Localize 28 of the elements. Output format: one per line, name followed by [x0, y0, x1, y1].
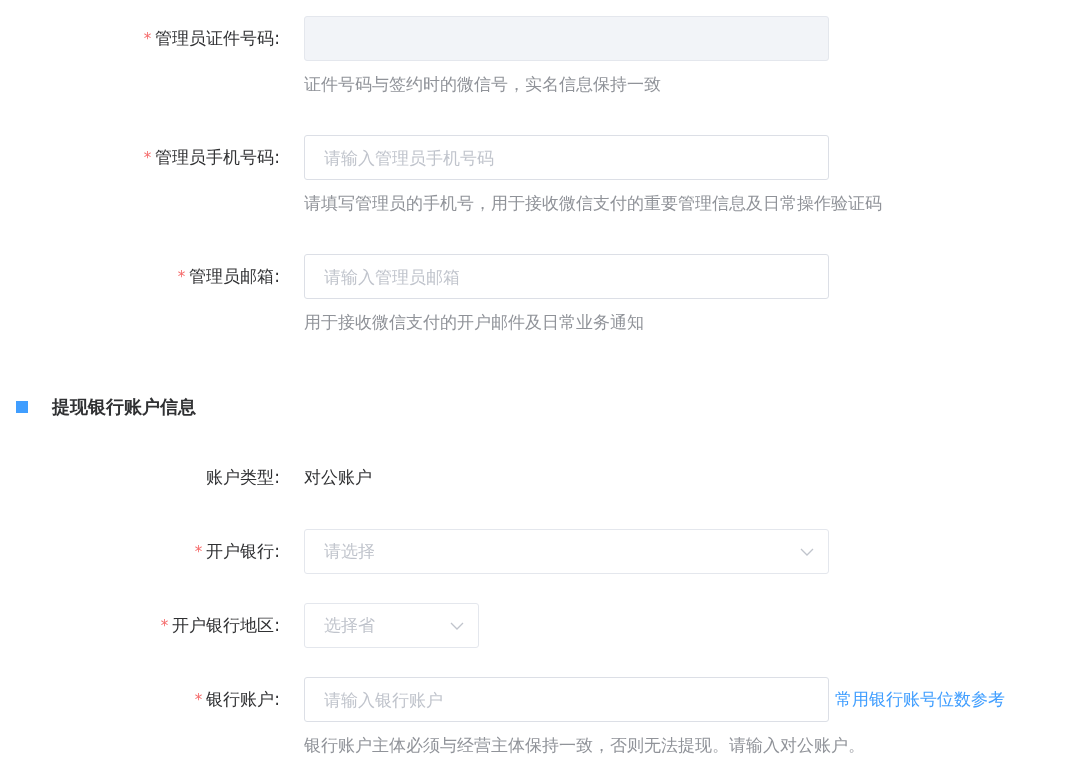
select-field[interactable]: 选择省: [304, 603, 479, 648]
field-label: 管理员证件号码:: [155, 27, 280, 50]
field-label: 管理员邮箱:: [189, 265, 280, 288]
field-hint: 用于接收微信支付的开户邮件及日常业务通知: [304, 311, 645, 334]
field-label: 账户类型:: [206, 466, 280, 489]
required-mark: *: [194, 542, 203, 561]
required-mark: *: [177, 267, 186, 286]
field-hint: 请填写管理员的手机号，用于接收微信支付的重要管理信息及日常操作验证码: [304, 192, 882, 215]
section-title: 提现银行账户信息: [52, 395, 196, 419]
chevron-down-icon: [450, 621, 464, 630]
select-field[interactable]: 请选择: [304, 529, 829, 574]
required-mark: *: [143, 148, 152, 167]
field-value: 对公账户: [304, 466, 372, 489]
input-field[interactable]: 请输入管理员手机号码: [304, 135, 829, 180]
required-mark: *: [143, 29, 152, 48]
input-field[interactable]: 请输入管理员邮箱: [304, 254, 829, 299]
field-label: 开户银行:: [206, 540, 280, 563]
section-marker-icon: [16, 401, 28, 413]
field-hint: 银行账户主体必须与经营主体保持一致，否则无法提现。请输入对公账户。: [304, 734, 866, 757]
field-hint: 证件号码与签约时的微信号，实名信息保持一致: [304, 73, 662, 96]
field-label: 开户银行地区:: [172, 614, 280, 637]
input-field[interactable]: 请输入银行账户: [304, 677, 829, 722]
field-label: 银行账户:: [206, 688, 280, 711]
field-label: 管理员手机号码:: [155, 146, 280, 169]
chevron-down-icon: [800, 547, 814, 556]
required-mark: *: [194, 690, 203, 709]
required-mark: *: [160, 616, 169, 635]
reference-link[interactable]: 常用银行账号位数参考: [835, 688, 1005, 711]
